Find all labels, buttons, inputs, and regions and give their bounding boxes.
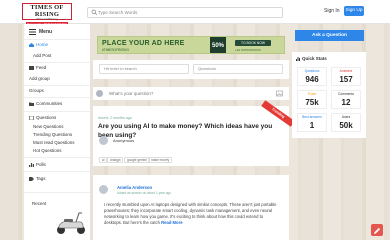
quick-stats-widget: Quick Stats Questions 946 Answers 157 Po… xyxy=(292,52,366,138)
answer-author-avatar xyxy=(99,185,108,194)
header-search-input[interactable]: Type Search Words xyxy=(87,7,283,18)
search-icon xyxy=(91,9,98,16)
sidebar-item-add-post[interactable]: Add Post xyxy=(24,51,90,61)
tag-make-money[interactable]: make money xyxy=(148,157,173,163)
question-card[interactable]: Asked: 2 months ago Are you using AI to … xyxy=(93,106,289,166)
read-more-link[interactable]: Read More xyxy=(161,220,182,225)
avatar xyxy=(96,90,103,97)
feed-icon xyxy=(29,66,34,70)
answer-body: I recently stumbled upon AI laptops desi… xyxy=(104,202,280,226)
sidebar-divider xyxy=(24,157,90,158)
menu-header[interactable]: Menu xyxy=(24,24,90,40)
ad-subtext: #TIMESOFRISING xyxy=(102,48,129,52)
image-upload-icon[interactable] xyxy=(276,90,283,97)
question-author[interactable]: Anonymous xyxy=(113,138,134,143)
sidebar-divider xyxy=(24,171,90,172)
questions-icon xyxy=(29,116,34,120)
polls-icon xyxy=(29,163,34,167)
top-header: TIMES OF RISING #TimesOfRising Powered b… xyxy=(0,0,390,26)
stat-comments: Comments 12 xyxy=(331,90,361,109)
menu-label: Menu xyxy=(39,29,53,35)
tag-chatgpt[interactable]: chatgpt xyxy=(107,157,124,163)
search-placeholder: Type Search Words xyxy=(98,10,138,15)
ad-cta-button[interactable]: TO BOOK NOW xyxy=(235,40,271,46)
recent-label: Recent xyxy=(32,201,47,206)
home-icon xyxy=(29,43,34,47)
sidebar-item-add-group[interactable]: Add group xyxy=(24,74,90,84)
advertisement-banner[interactable]: PLACE YOUR AD HERE #TIMESOFRISING 50% TO… xyxy=(97,36,285,54)
sidebar-divider xyxy=(24,97,90,98)
ask-question-box[interactable]: What's your question? xyxy=(93,87,289,100)
recent-widget: Recent xyxy=(24,192,90,240)
category-select[interactable]: Questions xyxy=(193,64,283,74)
sign-in-link[interactable]: Sign In xyxy=(324,8,340,15)
search-questions-input[interactable]: Hit enter to search xyxy=(99,64,189,74)
ask-question-placeholder: What's your question? xyxy=(109,91,154,96)
quick-stats-title: Quick Stats xyxy=(302,56,327,61)
stat-posts: Posts 75k xyxy=(297,90,327,109)
sidebar-divider xyxy=(24,111,90,112)
sidebar-item-tags[interactable]: Tags xyxy=(24,174,90,184)
sign-up-button[interactable]: Sign Up xyxy=(344,6,364,16)
author-avatar xyxy=(99,136,108,145)
search-questions-placeholder: Hit enter to search xyxy=(104,66,137,71)
sidebar-item-home[interactable]: Home xyxy=(24,40,90,50)
answer-author-name[interactable]: Amelia Anderson xyxy=(117,185,152,190)
answer-text: I recently stumbled upon AI laptops desi… xyxy=(104,202,277,225)
sidebar-item-feed[interactable]: Feed xyxy=(24,63,90,73)
ad-contact: +91 XXXXXXXXXX xyxy=(235,48,261,52)
stats-icon xyxy=(296,57,300,61)
filter-bar: Hit enter to search Questions xyxy=(93,60,289,79)
sidebar-item-groups[interactable]: Groups xyxy=(24,86,90,96)
site-logo[interactable]: TIMES OF RISING #TimesOfRising Powered b… xyxy=(22,3,72,26)
answer-meta: Added an answer on about 1 year ago xyxy=(117,191,172,195)
pencil-icon xyxy=(374,227,381,234)
stat-questions: Questions 946 xyxy=(297,67,327,86)
answer-card[interactable]: Amelia Anderson Added an answer on about… xyxy=(93,175,289,240)
edit-fab-button[interactable] xyxy=(371,224,383,236)
question-meta: Asked: 2 months ago xyxy=(98,116,132,120)
ad-percent-badge: 50% xyxy=(210,37,226,53)
ad-headline: PLACE YOUR AD HERE xyxy=(102,40,185,47)
left-sidebar: Menu Home Add Post Feed Add group Groups… xyxy=(24,24,90,192)
logo-title: TIMES OF RISING xyxy=(30,4,64,18)
ask-question-button[interactable]: Ask a Question xyxy=(295,30,364,41)
tag-google-gemini[interactable]: google gemini xyxy=(124,157,150,163)
scooter-image[interactable] xyxy=(54,211,88,235)
sidebar-item-communities[interactable]: Communities xyxy=(24,99,90,109)
tags-icon xyxy=(29,177,34,181)
stat-answers: Answers 157 xyxy=(331,67,361,86)
sidebar-item-polls[interactable]: Polls xyxy=(24,160,90,170)
category-select-value: Questions xyxy=(198,66,217,71)
stat-best-answers: Best answers 1 xyxy=(297,113,327,132)
hamburger-menu-icon xyxy=(29,29,36,35)
stat-users: Users 50k xyxy=(331,113,361,132)
communities-icon xyxy=(29,102,34,106)
sidebar-item-hot-questions[interactable]: Hot Questions xyxy=(24,146,90,156)
